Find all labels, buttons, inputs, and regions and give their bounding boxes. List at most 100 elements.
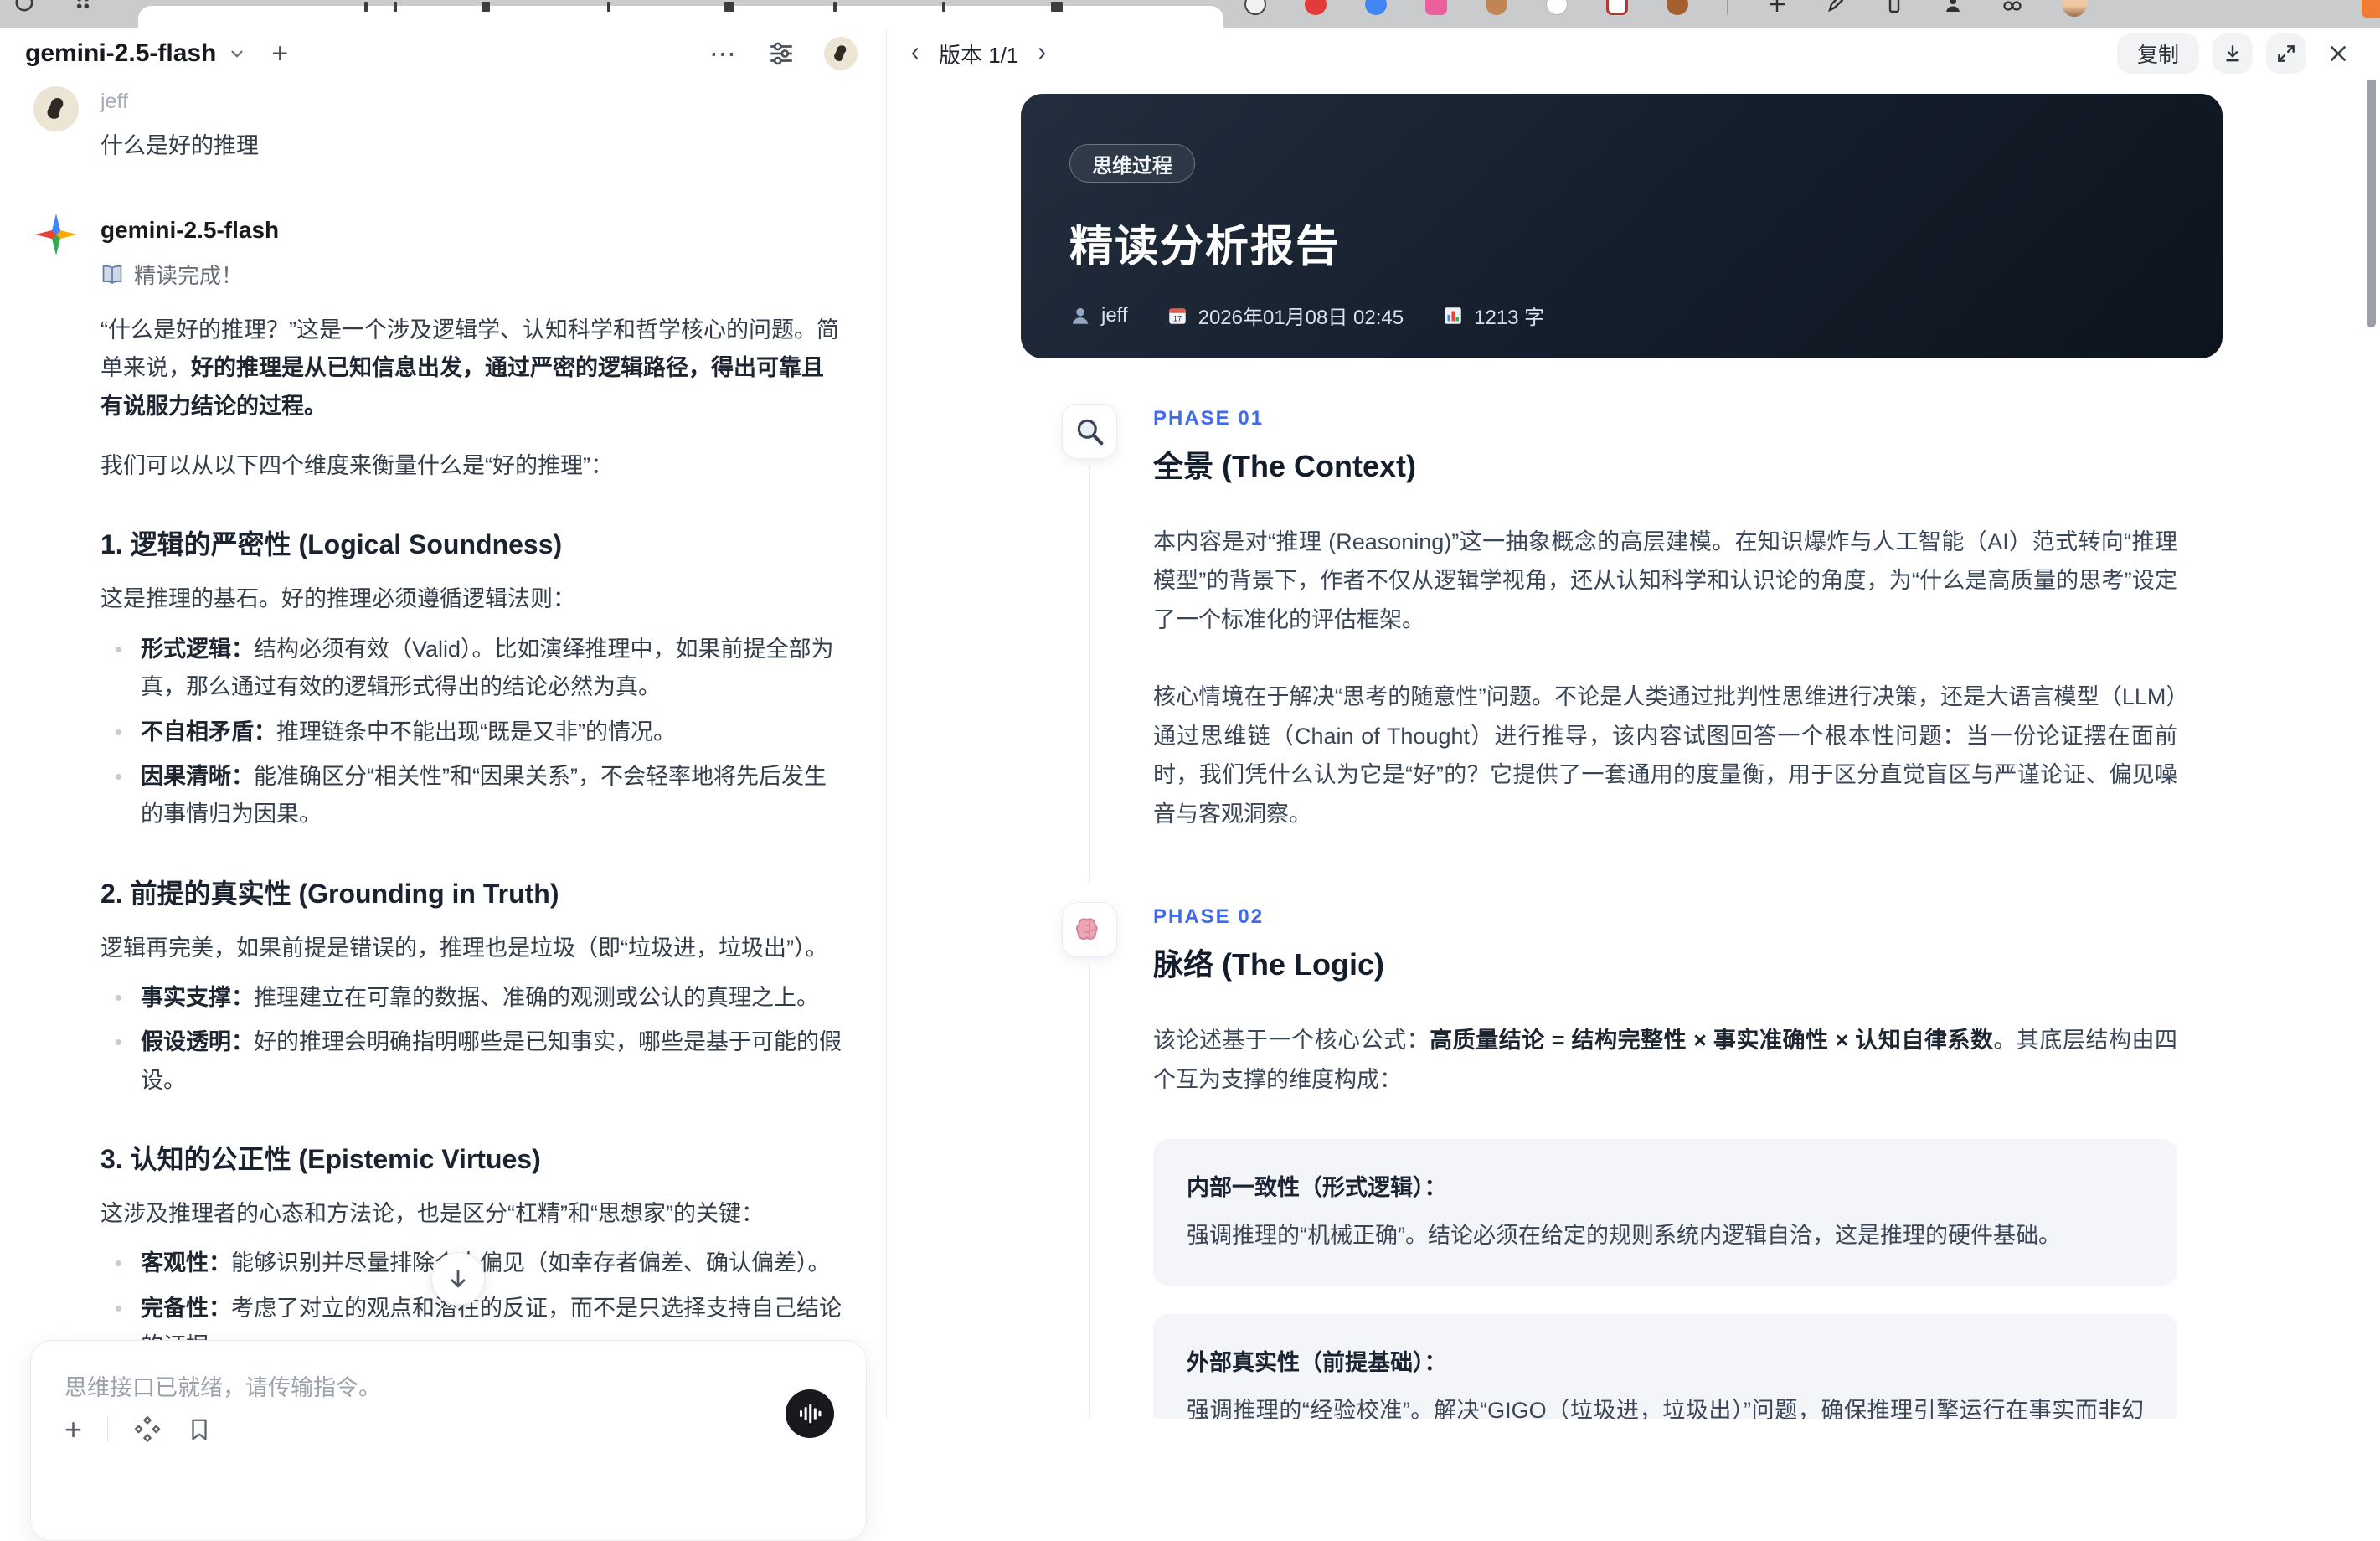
phase-1-section: PHASE 01 全景 (The Context) 本内容是对“推理 (Reas… — [1021, 404, 2177, 884]
version-label: 版本 1/1 — [939, 42, 1019, 68]
phone-icon[interactable] — [1884, 0, 1904, 14]
attach-plus-button[interactable]: + — [64, 1415, 82, 1445]
phase-paragraph: 本内容是对“推理 (Reasoning)”这一抽象概念的高层建模。在知识爆炸与人… — [1153, 529, 2177, 632]
pink-extension-icon[interactable] — [1425, 0, 1447, 15]
dimension-card: 外部真实性（前提基础）： 强调推理的“经验校准”。解决“GIGO（垃圾进，垃圾出… — [1153, 1313, 2177, 1419]
user-avatar — [33, 86, 79, 131]
scroll-to-bottom-button[interactable] — [431, 1252, 485, 1306]
assistant-message: gemini-2.5-flash 精读完成！ “什么是好的推理？”这是一个涉及逻… — [33, 212, 844, 1419]
new-chat-button[interactable]: + — [271, 39, 288, 68]
red-square-extension-icon[interactable] — [1606, 0, 1628, 15]
tab-text-fragment — [394, 2, 397, 12]
edge-extension-icon[interactable] — [2362, 0, 2380, 18]
tab-text-fragment — [724, 2, 734, 12]
download-icon — [2226, 45, 2239, 62]
phase-2-node — [1062, 902, 1117, 958]
download-button[interactable] — [2213, 34, 2253, 74]
chat-header: gemini-2.5-flash + ⋯ — [0, 28, 886, 80]
assistant-paragraph: 我们可以从以下四个维度来衡量什么是“好的推理”： — [100, 453, 613, 479]
open-book-icon — [102, 265, 122, 284]
tab-text-fragment — [942, 2, 945, 12]
section-heading: 3. 认知的公正性 (Epistemic Virtues) — [100, 1144, 541, 1175]
assistant-paragraph: “什么是好的推理？”这是一个涉及逻辑学、认知科学和哲学核心的问题。简单来说，好的… — [100, 317, 839, 419]
artifact-content[interactable]: 思维过程 精读分析报告 jeff 17 2026年01月08日 02:45 12… — [887, 80, 2380, 1419]
fullscreen-button[interactable] — [2266, 34, 2306, 74]
history-icon[interactable] — [13, 0, 35, 13]
phase-paragraph: 该论述基于一个核心公式：高质量结论 = 结构完整性 × 事实准确性 × 认知自律… — [1153, 1028, 2178, 1092]
user-name: jeff — [100, 90, 128, 113]
calendar-icon: 17 — [1168, 307, 1186, 324]
scrollbar-thumb[interactable] — [2367, 80, 2376, 327]
browser-tab[interactable] — [138, 2, 1223, 28]
chat-message-list[interactable]: jeff 什么是好的推理 gemini-2.5-flash 精读完成！ “什么是… — [0, 80, 886, 1419]
browser-profile-avatar[interactable] — [2062, 0, 2087, 17]
toolbar-separator — [1727, 0, 1728, 15]
status-text: 精读完成！ — [134, 263, 244, 288]
chevron-right-icon[interactable] — [1033, 44, 1050, 64]
chevron-down-icon[interactable] — [228, 44, 246, 63]
tab-text-fragment — [833, 2, 837, 12]
assistant-name: gemini-2.5-flash — [100, 217, 280, 243]
phase-title: 脉络 (The Logic) — [1153, 947, 1384, 982]
list-item: 不自相矛盾：推理链条中不能出现“既是又非”的情况。 — [100, 714, 844, 751]
report-title: 精读分析报告 — [1069, 223, 1342, 271]
section-intro: 这涉及推理者的心态和方法论，也是区分“杠精”和“思想家”的关键： — [100, 1201, 764, 1227]
sliders-icon[interactable] — [767, 39, 796, 68]
phase-1-node — [1062, 404, 1117, 459]
report-hero-card: 思维过程 精读分析报告 jeff 17 2026年01月08日 02:45 12… — [1021, 94, 2223, 358]
report-date: 17 2026年01月08日 02:45 — [1167, 301, 1404, 330]
copy-button[interactable]: 复制 — [2116, 34, 2199, 74]
phase-label: PHASE 01 — [1153, 407, 1265, 430]
brown-extension-icon[interactable] — [1667, 0, 1688, 15]
bar-chart-icon — [1445, 307, 1461, 324]
section-intro: 这是推理的基石。好的推理必须遵循逻辑法则： — [100, 586, 575, 612]
tab-text-fragment — [482, 2, 490, 12]
report-author: jeff — [1069, 304, 1128, 327]
input-placeholder: 思维接口已就绪，请传输指令。 — [64, 1375, 381, 1400]
browser-left-icons — [13, 0, 94, 13]
section-logical-soundness: 1. 逻辑的严密性 (Logical Soundness) 这是推理的基石。好的… — [100, 523, 844, 833]
chevron-left-icon[interactable] — [907, 44, 924, 64]
pen-icon[interactable] — [1826, 0, 1846, 14]
browser-chrome-strip — [0, 0, 2380, 28]
phase-label: PHASE 02 — [1153, 905, 1265, 929]
section-heading: 2. 前提的真实性 (Grounding in Truth) — [100, 878, 559, 909]
dimension-card: 内部一致性（形式逻辑）： 强调推理的“机械正确”。结论必须在给定的规则系统内逻辑… — [1153, 1138, 2177, 1286]
skills-diamonds-icon[interactable] — [133, 1415, 162, 1444]
person-icon[interactable] — [1943, 0, 1963, 14]
grid-icon[interactable] — [72, 0, 94, 13]
phase-paragraph: 核心情境在于解决“思考的随意性”问题。不论是人类通过批判性思维进行决策，还是大语… — [1153, 684, 2177, 827]
gemini-logo-icon — [33, 212, 79, 257]
list-item: 假设透明：好的推理会明确指明哪些是已知事实，哪些是基于可能的假设。 — [100, 1023, 844, 1100]
more-options-button[interactable]: ⋯ — [709, 40, 739, 67]
list-item: 因果清晰：能准确区分“相关性”和“因果关系”，不会轻率地将先后发生的事情归为因果… — [100, 758, 844, 834]
tab-text-fragment — [607, 2, 610, 12]
model-title[interactable]: gemini-2.5-flash — [25, 39, 216, 68]
user-message: jeff 什么是好的推理 — [33, 86, 844, 160]
panda-extension-icon[interactable] — [1546, 0, 1568, 15]
voice-input-button[interactable] — [786, 1389, 834, 1438]
binoculars-icon[interactable] — [2001, 0, 2023, 14]
crown-extension-icon[interactable] — [1244, 0, 1266, 15]
expand-icon — [2278, 45, 2295, 62]
author-icon — [1072, 307, 1089, 324]
user-avatar[interactable] — [824, 37, 858, 70]
input-separator — [107, 1417, 109, 1442]
section-heading: 1. 逻辑的严密性 (Logical Soundness) — [100, 529, 563, 560]
red-extension-icon[interactable] — [1305, 0, 1327, 15]
cursor-tool-icon[interactable] — [1767, 0, 1787, 14]
tab-text-fragment — [1051, 2, 1063, 12]
phase-title: 全景 (The Context) — [1153, 449, 1416, 483]
tan-extension-icon[interactable] — [1486, 0, 1507, 15]
close-button[interactable] — [2320, 34, 2357, 74]
chat-panel: gemini-2.5-flash + ⋯ jeff 什么是好的推理 gemini… — [0, 28, 886, 1541]
bookmark-icon[interactable] — [187, 1417, 212, 1442]
svg-text:17: 17 — [1172, 314, 1181, 322]
brain-icon — [1076, 918, 1098, 941]
chat-input-box[interactable]: 思维接口已就绪，请传输指令。 + — [30, 1340, 867, 1541]
blue-extension-icon[interactable] — [1365, 0, 1387, 15]
report-badge: 思维过程 — [1069, 144, 1195, 183]
artifact-panel: 版本 1/1 复制 思维过程 精读分析报告 jeff 17 2026年01月08… — [886, 28, 2380, 1419]
report-word-count: 1213 字 — [1442, 301, 1544, 330]
arrow-down-icon — [451, 1270, 466, 1288]
